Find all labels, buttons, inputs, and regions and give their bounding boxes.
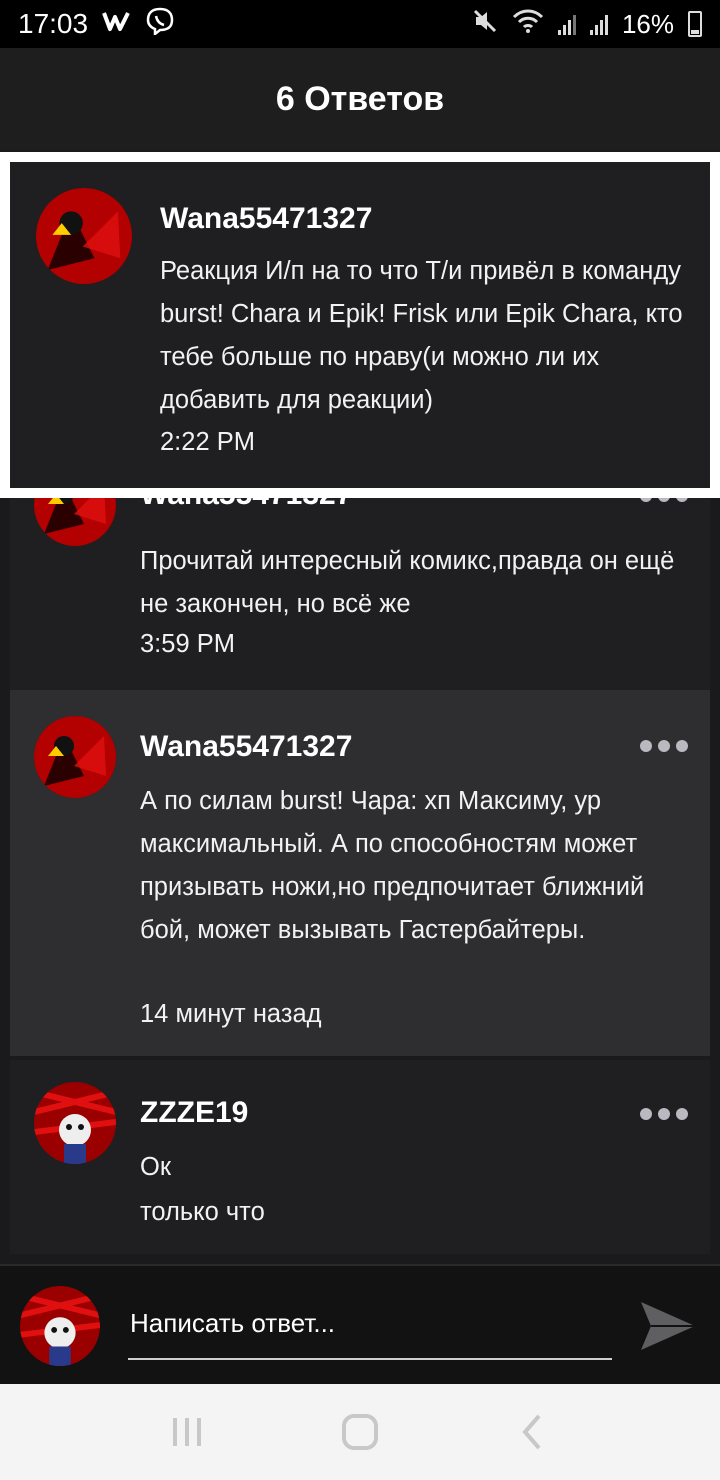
status-time: 17:03 [18,8,89,39]
wifi-icon [512,8,544,41]
my-avatar[interactable] [20,1286,100,1366]
home-button[interactable] [330,1402,390,1462]
reply-text: А по силам burst! Чара: хп Максиму, ур м… [140,787,645,944]
header: 6 Ответов [0,48,720,150]
reply-text: Прочитай интересный комикс,правда он ещё… [140,547,675,618]
recents-button[interactable] [157,1402,217,1462]
system-nav-bar [0,1384,720,1480]
mute-icon [472,8,498,41]
reply-item[interactable]: ZZZE19 Ок только что [10,1060,710,1254]
pinned-text: Реакция И/п на то что Т/и привёл в коман… [160,257,683,414]
recents-icon [172,1418,201,1446]
w-icon [102,9,132,40]
send-button[interactable] [636,1296,700,1356]
reply-username[interactable]: Wana55471327 [140,730,352,764]
pinned-time: 2:22 PM [160,428,255,456]
battery-percent: 16% [621,8,674,39]
viber-icon [146,7,174,42]
send-icon [641,1302,695,1350]
pinned-comment[interactable]: Wana55471327 Реакция И/п на то что Т/и п… [10,162,710,488]
pinned-comment-frame: Wana55471327 Реакция И/п на то что Т/и п… [0,152,720,498]
status-bar: 17:03 16% [0,0,720,48]
reply-time: 3:59 PM [140,630,235,658]
reply-time: 14 минут назад [140,1000,322,1028]
reply-bar [0,1264,720,1384]
home-icon [341,1414,378,1450]
status-right: 16% [472,8,702,41]
avatar[interactable] [34,716,116,798]
back-button[interactable] [503,1402,563,1462]
reply-item[interactable]: Wana55471327 Прочитай интересный комикс,… [10,464,710,690]
reply-item[interactable]: Wana55471327 А по силам burst! Чара: хп … [10,690,710,1056]
back-icon [522,1414,541,1450]
avatar[interactable] [36,188,132,284]
page-title: 6 Ответов [275,79,445,118]
reply-username[interactable]: ZZZE19 [140,1096,248,1130]
reply-text: Ок [140,1153,171,1181]
more-options-icon[interactable] [640,740,688,752]
signal-icon-1 [557,13,576,35]
avatar[interactable] [34,1082,116,1164]
battery-icon [688,11,702,37]
signal-icon-2 [589,13,608,35]
reply-time: только что [140,1198,265,1226]
reply-input[interactable] [128,1296,612,1360]
pinned-username[interactable]: Wana55471327 [160,202,372,236]
status-left: 17:03 [18,7,174,42]
more-options-icon[interactable] [640,1108,688,1120]
